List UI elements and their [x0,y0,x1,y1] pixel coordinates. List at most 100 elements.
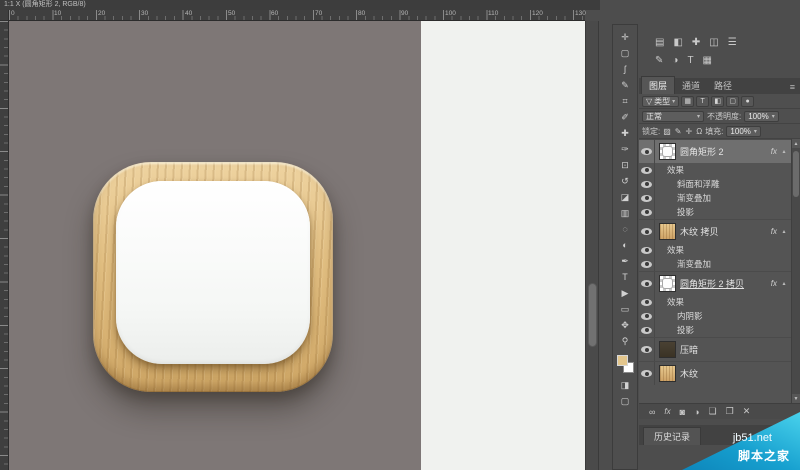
effect-name[interactable]: 内阴影 [677,310,703,322]
scroll-down-icon[interactable]: ▼ [792,394,800,403]
effect-name[interactable]: 斜面和浮雕 [677,178,720,190]
styles-panel-icon[interactable]: ✚ [692,36,700,50]
fill-dropdown[interactable]: 100% ▾ [726,126,760,137]
quick-selection-tool[interactable]: ✎ [613,77,637,93]
character-panel-icon[interactable]: T [687,54,693,68]
collapse-effects-icon[interactable]: ▴ [779,148,789,155]
eyedropper-tool[interactable]: ✐ [613,109,637,125]
visibility-toggle[interactable] [639,362,655,385]
clone-stamp-tool[interactable]: ⊡ [613,157,637,173]
visibility-toggle[interactable] [639,140,655,163]
visibility-toggle[interactable] [639,309,655,323]
effect-row[interactable]: 内阴影 [639,309,791,323]
effect-name[interactable]: 效果 [667,164,684,176]
layer-thumbnail[interactable] [659,275,676,292]
layer-thumbnail[interactable] [659,143,676,160]
swatches-panel-icon[interactable]: ◫ [709,36,718,50]
layer-row[interactable]: 木纹 [639,361,791,385]
layer-name[interactable]: 木纹 拷贝 [680,225,771,238]
visibility-toggle[interactable] [639,257,655,271]
effect-row[interactable]: 效果 [639,243,791,257]
paragraph-panel-icon[interactable]: ▦ [703,54,712,68]
effect-row[interactable]: 渐变叠加 [639,257,791,271]
type-tool[interactable]: T [613,269,637,285]
link-layers-icon[interactable]: ∞ [649,407,655,417]
collapse-effects-icon[interactable]: ▴ [779,280,789,287]
adjustments-panel-icon[interactable]: ◧ [673,36,682,50]
layers-scrollbar[interactable]: ▲ ▼ [791,139,800,403]
visibility-toggle[interactable] [639,338,655,361]
visibility-toggle[interactable] [639,295,655,309]
history-brush-tool[interactable]: ↺ [613,173,637,189]
brush-tool[interactable]: ✑ [613,141,637,157]
shape-tool[interactable]: ▭ [613,301,637,317]
layers-scrollbar-thumb[interactable] [793,151,799,197]
visibility-toggle[interactable] [639,323,655,337]
filter-shape-layers-icon[interactable]: ▢ [726,96,739,107]
layer-name[interactable]: 木纹 [680,367,789,380]
move-tool[interactable]: ✛ [613,29,637,45]
effect-row[interactable]: 效果 [639,295,791,309]
effect-row[interactable]: 投影 [639,323,791,337]
visibility-toggle[interactable] [639,272,655,295]
panel-menu-icon[interactable]: ≡ [790,82,800,94]
layer-thumbnail[interactable] [659,341,676,358]
visibility-toggle[interactable] [639,191,655,205]
effect-row[interactable]: 投影 [639,205,791,219]
filter-adjustment-layers-icon[interactable]: ◧ [711,96,724,107]
crop-tool[interactable]: ⌗ [613,93,637,109]
path-selection-tool[interactable]: ▶ [613,285,637,301]
clone-source-panel-icon[interactable]: ◑ [672,54,678,68]
opacity-dropdown[interactable]: 100% ▾ [744,111,778,122]
visibility-toggle[interactable] [639,163,655,177]
layer-row-selected[interactable]: 圆角矩形 2 fx ▴ [639,139,791,163]
add-layer-style-icon[interactable]: fx [664,407,670,416]
filter-smart-objects-icon[interactable]: ● [741,96,754,107]
lasso-tool[interactable]: ʃ [613,61,637,77]
filter-kind-dropdown[interactable]: ▽ 类型 ▾ [642,96,679,107]
effect-name[interactable]: 效果 [667,244,684,256]
effect-name[interactable]: 渐变叠加 [677,192,711,204]
lock-position-icon[interactable]: ✛ [686,127,693,136]
layer-thumbnail[interactable] [659,223,676,240]
color-panel-icon[interactable]: ▤ [655,36,664,50]
collapse-effects-icon[interactable]: ▴ [779,228,789,235]
pen-tool[interactable]: ✒ [613,253,637,269]
layer-name[interactable]: 压暗 [680,343,789,356]
brush-panel-icon[interactable]: ✎ [655,54,663,68]
lock-transparent-pixels-icon[interactable]: ▨ [663,127,671,136]
filter-image-layers-icon[interactable]: ▦ [681,96,694,107]
filter-type-layers-icon[interactable]: T [696,96,709,107]
tab-paths[interactable]: 路径 [707,77,739,94]
effect-name[interactable]: 效果 [667,296,684,308]
healing-brush-tool[interactable]: ✚ [613,125,637,141]
lock-image-pixels-icon[interactable]: ✎ [675,127,682,136]
layer-name[interactable]: 圆角矩形 2 拷贝 [680,277,771,290]
effect-row[interactable]: 渐变叠加 [639,191,791,205]
blend-mode-dropdown[interactable]: 正常 ▾ [642,111,704,122]
visibility-toggle[interactable] [639,205,655,219]
document-tab[interactable]: 1:1 X (圆角矩形 2, RGB/8) [0,0,600,10]
screen-mode-icon[interactable]: ▢ [613,393,637,409]
marquee-tool[interactable]: ▢ [613,45,637,61]
tab-layers[interactable]: 图层 [641,76,675,94]
dodge-tool[interactable]: ◐ [613,237,637,253]
info-panel-icon[interactable]: ☰ [728,36,737,50]
visibility-toggle[interactable] [639,243,655,257]
scrollbar-thumb[interactable] [588,283,597,347]
effect-name[interactable]: 投影 [677,206,694,218]
lock-all-icon[interactable]: Ω [696,127,702,136]
hand-tool[interactable]: ✥ [613,317,637,333]
tab-channels[interactable]: 通道 [675,77,707,94]
quick-mask-icon[interactable]: ◨ [613,377,637,393]
foreground-color-swatch[interactable] [617,355,628,366]
layer-row[interactable]: 木纹 拷贝 fx ▴ [639,219,791,243]
layer-name[interactable]: 圆角矩形 2 [680,145,771,158]
layer-thumbnail[interactable] [659,365,676,382]
effect-name[interactable]: 渐变叠加 [677,258,711,270]
layer-row[interactable]: 圆角矩形 2 拷贝 fx ▴ [639,271,791,295]
zoom-tool[interactable]: ⚲ [613,333,637,349]
canvas-area[interactable] [9,21,585,470]
effect-name[interactable]: 投影 [677,324,694,336]
blur-tool[interactable]: ◌ [613,221,637,237]
